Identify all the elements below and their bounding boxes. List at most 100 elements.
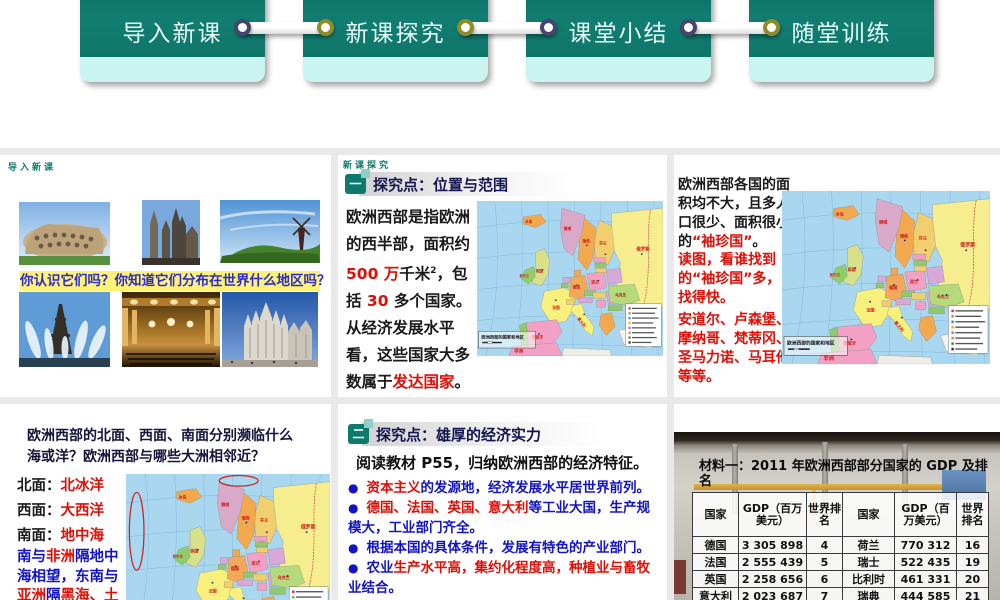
text-segment: 的发源地，经济发展水平居世界前列。 [420, 480, 650, 496]
connector-ring [763, 19, 780, 36]
text-segment: “袖珍国” [692, 234, 753, 250]
cell-gdp: 770 312 [894, 536, 957, 554]
nav-item-practice[interactable]: 随堂训练 [749, 0, 934, 82]
pocket-paragraph: 欧洲西部各国的面积均不大，且多人口很少、面积很小的“袖珍国”。 [678, 176, 790, 252]
cell-rank: 5 [806, 553, 843, 571]
bullet-icon: ● [348, 481, 359, 495]
seas-question: 欧洲西部的北面、西面、南面分别濒临什么海或洋？欧洲西部与哪些大洲相邻近？ [27, 428, 293, 465]
number-two-icon: 二 [348, 419, 373, 444]
col-header: 国家 [842, 492, 895, 537]
material-title: 材料一：2011 年欧洲西部部分国家的 GDP 及排名 [699, 459, 988, 489]
connector-ring [680, 19, 697, 36]
text-segment: 。 [752, 234, 767, 250]
col-header: 世界排名 [806, 492, 843, 537]
cell-country: 瑞典 [842, 587, 895, 600]
lesson-nav: 导入新课 新课探究 课堂小结 随堂训练 [0, 0, 1000, 110]
photo-colosseum [19, 202, 110, 265]
cell-gdp: 3 305 898 [738, 536, 807, 554]
cell-rank: 4 [806, 536, 843, 554]
text-segment: 亚洲 [17, 588, 46, 600]
nav-item-summary[interactable]: 课堂小结 [526, 0, 711, 82]
number-one-icon: 一 [345, 169, 370, 194]
cell-gdp: 2 555 439 [738, 553, 807, 571]
pocket-task: 读图，看谁找到的“袖珍国”多，找得快。 [678, 252, 781, 306]
cell-country: 意大利 [692, 587, 739, 600]
cell-rank: 6 [806, 570, 843, 588]
text-segment: 业结合。 [348, 580, 402, 596]
nav-item-lead-in[interactable]: 导入新课 [80, 0, 265, 82]
heading-text: 探究点：位置与范围 [373, 176, 509, 194]
gdp-row: 意大利 2 023 687 7 瑞典 444 585 21 [692, 587, 989, 600]
gdp-table: 国家 GDP（百万美元） 世界排名 国家 GDP（百万美元） 世界排名 德国 3… [692, 492, 989, 600]
cell-rank: 7 [806, 587, 843, 600]
cell-gdp: 522 435 [894, 553, 957, 571]
cell-country: 法国 [692, 553, 739, 571]
direction-label: 北面： [17, 478, 61, 494]
nav-item-explore[interactable]: 新课探究 [303, 0, 488, 82]
slideshow-page: { "palette": { "teal": "#0e7a6e", "teal_… [0, 0, 1000, 600]
cell-country: 英国 [692, 570, 739, 588]
cell-gdp: 444 585 [894, 587, 957, 600]
connector-ring [457, 19, 474, 36]
region-description: 欧洲西部是指欧洲的西半部，面积约500 万千米2，包括 30 多个国家。从经济发… [346, 204, 478, 396]
connector-bar-3 [686, 22, 774, 34]
direction-label: 西面： [17, 503, 61, 519]
slide-pocket-states[interactable]: 欧洲西部各国的面积均不大，且多人口很少、面积很小的“袖珍国”。 读图，看谁找到的… [674, 155, 1000, 397]
photo-eiffel-tower-fountains [19, 292, 110, 367]
explore-point-2-heading: 二 探究点：雄厚的经济实力 [348, 419, 607, 447]
slide-economy[interactable]: 二 探究点：雄厚的经济实力 阅读教材 P55，归纳欧洲西部的经济特征。 ● 资本主… [338, 404, 667, 600]
text-segment: 隔 [46, 588, 61, 600]
photo-windmill [220, 200, 320, 263]
text-segment: 欧洲西部是指欧洲的西半部，面积约 [346, 208, 471, 253]
text-segment: 发达国家 [392, 373, 455, 392]
bullet-icon: ● [348, 501, 359, 515]
text-segment: 农业 [366, 560, 394, 576]
pocket-examples: 安道尔、卢森堡、摩纳哥、梵蒂冈、圣马力诺、马耳他等等。 [678, 312, 790, 385]
cell-country: 荷兰 [842, 536, 895, 554]
slide-grid: 导入新课 你认识它们吗？你知道它们分布在世界什么地区吗？ 新课探究 一 探究点：… [0, 148, 1000, 600]
cell-country: 比利时 [842, 570, 895, 588]
cell-rank: 20 [956, 570, 989, 588]
seas-item-north: 北面：北冰洋 [17, 474, 104, 495]
text-segment: 资本主义 [366, 480, 421, 496]
slide-position-scope[interactable]: 新课探究 一 探究点：位置与范围 欧洲西部是指欧洲的西半部，面积约500 万千米… [338, 155, 667, 397]
heading-text: 探究点：雄厚的经济实力 [376, 426, 542, 444]
text-segment: 生产水平高，集约化程度高，种植业与畜牧 [393, 560, 650, 576]
slide-gdp-table[interactable]: 材料一：2011 年欧洲西部部分国家的 GDP 及排名 国家 GDP（百万美元）… [674, 404, 1000, 600]
connector-bar-2 [463, 22, 551, 34]
cell-gdp: 2 023 687 [738, 587, 807, 600]
gdp-row: 英国 2 258 656 6 比利时 461 331 20 [692, 570, 989, 588]
text-segment: 千米 [399, 265, 431, 284]
text-segment: 。 [454, 373, 471, 392]
connector-ring [540, 19, 557, 36]
text-segment: 南与 [17, 549, 46, 565]
economy-task: 阅读教材 P55，归纳欧洲西部的经济特征。 [356, 454, 649, 472]
text-segment: 30 [366, 292, 389, 311]
text-segment: 根据本国的具体条件，发展有特色的产业部门。 [366, 540, 650, 556]
cell-rank: 16 [956, 536, 989, 554]
cell-country: 瑞士 [842, 553, 895, 571]
connector-ring [234, 19, 251, 36]
bullet-item: ● 根据本国的具体条件，发展有特色的产业部门。 [348, 538, 660, 558]
text-segment: 非洲 [46, 549, 75, 565]
section-tag: 导入新课 [8, 163, 57, 173]
seas-item-west: 西面：大西洋 [17, 499, 104, 520]
explore-point-1-heading: 一 探究点：位置与范围 [345, 169, 575, 197]
gdp-header-row: 国家 GDP（百万美元） 世界排名 国家 GDP（百万美元） 世界排名 [692, 492, 989, 537]
col-header: GDP（百万美元） [894, 492, 957, 537]
gdp-row: 德国 3 305 898 4 荷兰 770 312 16 [692, 536, 989, 554]
cell-gdp: 461 331 [894, 570, 957, 588]
bullet-icon: ● [348, 541, 359, 555]
photo-gothic-church [142, 200, 200, 265]
text-segment: 500 万 [346, 265, 400, 284]
gdp-row: 法国 2 555 439 5 瑞士 522 435 19 [692, 553, 989, 571]
europe-map-pocket [782, 190, 990, 369]
slide-lead-in[interactable]: 导入新课 你认识它们吗？你知道它们分布在世界什么地区吗？ [0, 155, 331, 397]
cell-country: 德国 [692, 536, 739, 554]
direction-answer: 地中海 [60, 528, 105, 544]
col-header: 国家 [692, 492, 739, 537]
europe-map-position [477, 200, 663, 361]
text-segment: 德国、法国、英国、意大利 [366, 500, 529, 516]
photo-milan-cathedral [222, 292, 318, 367]
slide-seas-neighbours[interactable]: 欧洲西部的北面、西面、南面分别濒临什么海或洋？欧洲西部与哪些大洲相邻近？ 北面：… [0, 404, 331, 600]
